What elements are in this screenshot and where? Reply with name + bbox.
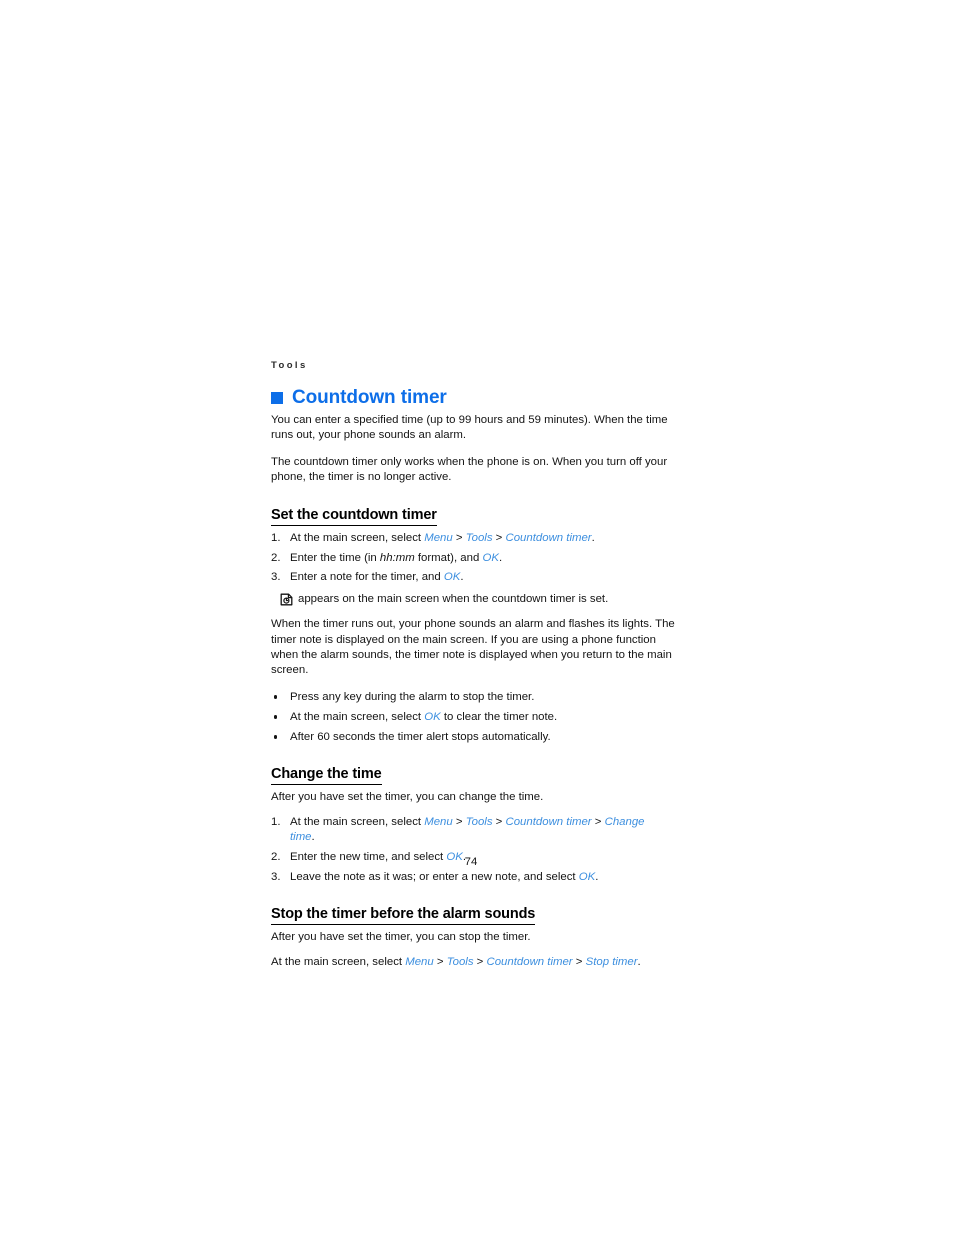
ui-path-token: OK [482, 551, 499, 564]
text-run: At the main screen, select [271, 955, 406, 968]
section-heading: Change the time [271, 766, 382, 786]
ui-path-token: Countdown timer [486, 955, 573, 968]
ui-path-token: Countdown timer [505, 815, 592, 828]
ui-path-token: Tools [446, 955, 474, 968]
stop-timer-lead: After you have set the timer, you can st… [271, 931, 531, 944]
step-text: At the main screen, select Menu > Tools … [290, 816, 645, 843]
text-run: At the main screen, select [290, 531, 425, 544]
ui-path-token: OK [443, 571, 461, 584]
text-run: After 60 seconds the timer alert stops a… [290, 730, 551, 743]
step-number: 1. [271, 531, 281, 544]
step-text: Leave the note as it was; or enter a new… [290, 871, 598, 883]
text-run: . [595, 870, 599, 883]
path-separator: > [591, 815, 605, 828]
text-run: Press any key during the alarm to stop t… [290, 690, 535, 703]
square-bullet-icon [271, 392, 283, 404]
section-change-the-time-header: Change the time [271, 756, 671, 788]
chapter-title-text: Countdown timer [292, 387, 447, 408]
stop-timer-path: At the main screen, select Menu > Tools … [271, 955, 671, 970]
text-run: At the main screen, select [290, 710, 425, 723]
list-item-text: At the main screen, select OK to clear t… [290, 711, 557, 723]
text-run: to clear the timer note. [440, 710, 558, 723]
text-run: . [591, 531, 595, 544]
path-separator: > [433, 955, 447, 968]
step-number: 2. [271, 551, 281, 564]
step-text: Enter a note for the timer, and OK. [290, 571, 464, 583]
countdown-timer-note-text: appears on the main screen when the coun… [298, 592, 609, 605]
variable-token: hh:mm [379, 551, 415, 564]
step-number: 1. [271, 815, 281, 828]
ui-path-token: OK [424, 710, 441, 723]
path-separator: > [452, 815, 466, 828]
ui-path-token: Tools [465, 531, 493, 544]
ui-path-token: Menu [424, 531, 453, 544]
step-item: 3. Enter a note for the timer, and OK. [271, 570, 671, 585]
section-heading: Set the countdown timer [271, 507, 437, 526]
change-time-lead: After you have set the timer, you can ch… [271, 791, 544, 804]
intro-paragraph-2: The countdown timer only works when the … [271, 455, 668, 484]
step-item: 1. At the main screen, select Menu > Too… [271, 531, 671, 546]
text-run: Enter a note for the timer, and [290, 571, 444, 584]
timer-alarm-bullets: Press any key during the alarm to stop t… [271, 690, 671, 745]
section-set-countdown-timer-header: Set the countdown timer [271, 497, 671, 529]
step-number: 3. [271, 571, 281, 584]
countdown-timer-note: appears on the main screen when the coun… [271, 592, 671, 607]
step-number: 3. [271, 870, 281, 883]
text-run: Enter the time (in [290, 551, 380, 564]
running-head: Tools [271, 360, 308, 371]
list-item: After 60 seconds the timer alert stops a… [271, 730, 671, 745]
ui-path-token: Tools [465, 815, 493, 828]
document-page: Tools Countdown timer You can enter a sp… [0, 0, 954, 1235]
chapter-title: Countdown timer [271, 388, 671, 408]
text-run: . [498, 551, 503, 564]
countdown-timer-icon [280, 593, 293, 606]
text-run: . [311, 830, 315, 843]
section-heading: Stop the timer before the alarm sounds [271, 906, 535, 926]
text-run: . [460, 571, 464, 584]
ui-path-token: OK [578, 870, 596, 883]
ui-path-token: Countdown timer [505, 531, 592, 544]
text-run: format), and [414, 551, 483, 564]
list-item: Press any key during the alarm to stop t… [271, 690, 671, 705]
path-separator: > [492, 531, 506, 544]
step-text: At the main screen, select Menu > Tools … [290, 532, 595, 544]
page-number-text: 74 [464, 856, 478, 868]
text-run: At the main screen, select [290, 815, 425, 828]
set-countdown-timer-steps: 1. At the main screen, select Menu > Too… [271, 531, 671, 586]
step-item: 2. Enter the time (in hh:mm format), and… [271, 551, 671, 566]
intro-paragraph-1: You can enter a specified time (up to 99… [271, 414, 668, 442]
step-item: 1. At the main screen, select Menu > Too… [271, 815, 671, 846]
change-the-time-steps: 1. At the main screen, select Menu > Too… [271, 815, 671, 886]
bullet-dot-icon [274, 735, 278, 739]
path-separator: > [452, 531, 466, 544]
list-item: At the main screen, select OK to clear t… [271, 710, 671, 725]
page-number: 74 [0, 855, 954, 869]
list-item-text: After 60 seconds the timer alert stops a… [290, 731, 551, 743]
bullet-dot-icon [274, 695, 278, 699]
list-item-text: Press any key during the alarm to stop t… [290, 691, 534, 703]
ui-path-token: Menu [405, 955, 434, 968]
path-separator: > [492, 815, 506, 828]
step-text: Enter the time (in hh:mm format), and OK… [290, 552, 502, 564]
text-run: . [637, 955, 641, 968]
step-item: 3. Leave the note as it was; or enter a … [271, 870, 671, 885]
ui-path-token: Menu [424, 815, 453, 828]
path-separator: > [572, 955, 586, 968]
bullet-dot-icon [274, 715, 278, 719]
ui-path-token: Stop timer [585, 955, 638, 968]
timer-runs-out-paragraph: When the timer runs out, your phone soun… [271, 618, 675, 677]
path-separator: > [473, 955, 487, 968]
page-content: Tools Countdown timer You can enter a sp… [271, 360, 675, 981]
section-stop-the-timer-header: Stop the timer before the alarm sounds [271, 896, 671, 928]
text-run: Leave the note as it was; or enter a new… [290, 870, 579, 883]
